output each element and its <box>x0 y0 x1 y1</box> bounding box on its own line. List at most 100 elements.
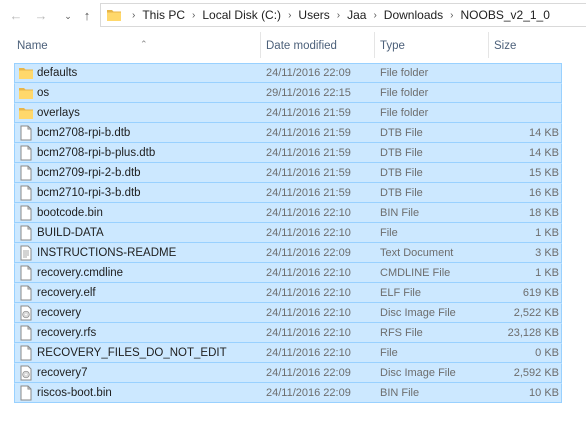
file-date-modified: 24/11/2016 22:09 <box>266 67 351 79</box>
file-type: File folder <box>380 67 429 79</box>
column-header-name-label: Name <box>17 40 48 52</box>
breadcrumb-item[interactable]: NOOBS_v2_1_0 <box>461 8 550 22</box>
address-bar[interactable]: › This PC › Local Disk (C:) › Users › Jaa › Downl… <box>100 3 586 27</box>
file-row[interactable]: bootcode.bin 24/11/2016 22:10 BIN File 18 K… <box>14 203 562 223</box>
file-date-modified: 24/11/2016 22:10 <box>266 307 351 319</box>
disc-image-icon <box>20 305 32 321</box>
file-row[interactable]: bcm2708-rpi-b-plus.dtb 24/11/2016 21:59 DT… <box>14 143 562 163</box>
breadcrumb-item[interactable]: This PC <box>142 8 185 22</box>
file-row[interactable]: INSTRUCTIONS-README 24/11/2016 22:09 Text … <box>14 243 562 263</box>
file-date-modified: 24/11/2016 22:10 <box>266 287 351 299</box>
file-row[interactable]: bcm2710-rpi-3-b.dtb 24/11/2016 21:59 DTB F… <box>14 183 562 203</box>
file-icon <box>20 165 32 181</box>
file-date-modified: 24/11/2016 22:09 <box>266 247 351 259</box>
file-type: File <box>380 227 398 239</box>
file-row[interactable]: BUILD-DATA 24/11/2016 22:10 File 1 KB <box>14 223 562 243</box>
file-icon <box>20 325 32 341</box>
file-row[interactable]: recovery7 24/11/2016 22:09 Disc Image File… <box>14 363 562 383</box>
file-name: defaults <box>37 67 78 79</box>
column-header-date-label: Date modified <box>266 40 337 52</box>
file-row[interactable]: os 29/11/2016 22:15 File folder <box>14 83 562 103</box>
up-arrow-icon[interactable]: ↑ <box>79 8 95 24</box>
file-date-modified: 29/11/2016 22:15 <box>266 87 351 99</box>
file-row[interactable]: defaults 24/11/2016 22:09 File folder <box>14 63 562 83</box>
breadcrumb-separator-icon[interactable]: › <box>450 10 453 21</box>
file-row[interactable]: riscos-boot.bin 24/11/2016 22:09 BIN File 1… <box>14 383 562 403</box>
forward-arrow-icon[interactable]: → <box>33 8 49 24</box>
folder-icon <box>19 108 33 119</box>
file-type: RFS File <box>380 327 423 339</box>
column-header-name[interactable]: Name ⌃ <box>12 32 260 58</box>
folder-icon <box>19 88 33 99</box>
file-name: overlays <box>37 107 80 119</box>
file-size <box>493 84 559 102</box>
file-icon <box>20 225 32 241</box>
file-list: defaults 24/11/2016 22:09 File folder os 29/… <box>14 63 562 403</box>
recent-locations-chevron-icon[interactable]: ⌄ <box>60 8 76 24</box>
column-header-type[interactable]: Type <box>374 32 488 58</box>
file-icon <box>20 205 32 221</box>
file-name: riscos-boot.bin <box>37 387 112 399</box>
breadcrumb-item[interactable]: Local Disk (C:) <box>202 8 281 22</box>
file-name: recovery7 <box>37 367 88 379</box>
file-name: INSTRUCTIONS-README <box>37 247 177 259</box>
breadcrumb-separator-icon[interactable]: › <box>288 10 291 21</box>
file-size: 16 KB <box>529 187 559 199</box>
file-date-modified: 24/11/2016 22:10 <box>266 327 351 339</box>
file-date-modified: 24/11/2016 21:59 <box>266 167 351 179</box>
file-name: recovery <box>37 307 82 319</box>
column-header-date[interactable]: Date modified <box>260 32 374 58</box>
file-size: 1 KB <box>535 227 559 239</box>
file-type: BIN File <box>380 207 420 219</box>
file-icon <box>20 145 32 161</box>
file-name: bootcode.bin <box>37 207 103 219</box>
file-date-modified: 24/11/2016 22:09 <box>266 387 351 399</box>
file-size <box>493 64 559 82</box>
text-document-icon <box>20 245 32 261</box>
file-icon <box>20 125 32 141</box>
file-name: bcm2708-rpi-b.dtb <box>37 127 131 139</box>
file-size: 0 KB <box>535 347 559 359</box>
breadcrumb-item[interactable]: Downloads <box>384 8 443 22</box>
file-name: RECOVERY_FILES_DO_NOT_EDIT <box>37 347 227 359</box>
file-row[interactable]: overlays 24/11/2016 21:59 File folder <box>14 103 562 123</box>
file-type: CMDLINE File <box>380 267 451 279</box>
back-arrow-icon[interactable]: ← <box>8 8 24 24</box>
sort-ascending-icon: ⌃ <box>140 39 148 49</box>
file-date-modified: 24/11/2016 22:10 <box>266 267 351 279</box>
breadcrumb-item[interactable]: Jaa <box>347 8 366 22</box>
column-header-type-label: Type <box>380 40 405 52</box>
breadcrumb-separator-icon[interactable]: › <box>192 10 195 21</box>
file-size: 18 KB <box>529 207 559 219</box>
file-row[interactable]: recovery.elf 24/11/2016 22:10 ELF File 619 … <box>14 283 562 303</box>
navigation-bar: ← → ⌄ ↑ › This PC › Local Disk (C:) › Users › J… <box>0 0 586 32</box>
file-row[interactable]: recovery 24/11/2016 22:10 Disc Image File 2… <box>14 303 562 323</box>
file-name: os <box>37 87 50 99</box>
file-type: Text Document <box>380 247 454 259</box>
file-row[interactable]: recovery.rfs 24/11/2016 22:10 RFS File 23,1… <box>14 323 562 343</box>
disc-image-icon <box>20 365 32 381</box>
file-row[interactable]: RECOVERY_FILES_DO_NOT_EDIT 24/11/2016 22:… <box>14 343 562 363</box>
file-type: ELF File <box>380 287 421 299</box>
file-size: 23,128 KB <box>507 327 559 339</box>
file-name: bcm2709-rpi-2-b.dtb <box>37 167 141 179</box>
file-date-modified: 24/11/2016 21:59 <box>266 147 351 159</box>
file-name: recovery.cmdline <box>37 267 124 279</box>
breadcrumb-separator-icon[interactable]: › <box>337 10 340 21</box>
file-icon <box>20 285 32 301</box>
breadcrumb-item[interactable]: Users <box>298 8 329 22</box>
file-size <box>493 104 559 122</box>
file-row[interactable]: recovery.cmdline 24/11/2016 22:10 CMDLINE … <box>14 263 562 283</box>
breadcrumb-separator-icon[interactable]: › <box>373 10 376 21</box>
file-icon <box>20 345 32 361</box>
folder-icon <box>107 10 121 21</box>
breadcrumb-separator-icon[interactable]: › <box>132 10 135 21</box>
file-date-modified: 24/11/2016 21:59 <box>266 107 351 119</box>
file-icon <box>20 265 32 281</box>
file-date-modified: 24/11/2016 21:59 <box>266 127 351 139</box>
column-header-size[interactable]: Size <box>488 32 562 58</box>
file-type: File folder <box>380 107 429 119</box>
file-row[interactable]: bcm2709-rpi-2-b.dtb 24/11/2016 21:59 DTB F… <box>14 163 562 183</box>
file-row[interactable]: bcm2708-rpi-b.dtb 24/11/2016 21:59 DTB Fil… <box>14 123 562 143</box>
file-size: 14 KB <box>529 127 559 139</box>
